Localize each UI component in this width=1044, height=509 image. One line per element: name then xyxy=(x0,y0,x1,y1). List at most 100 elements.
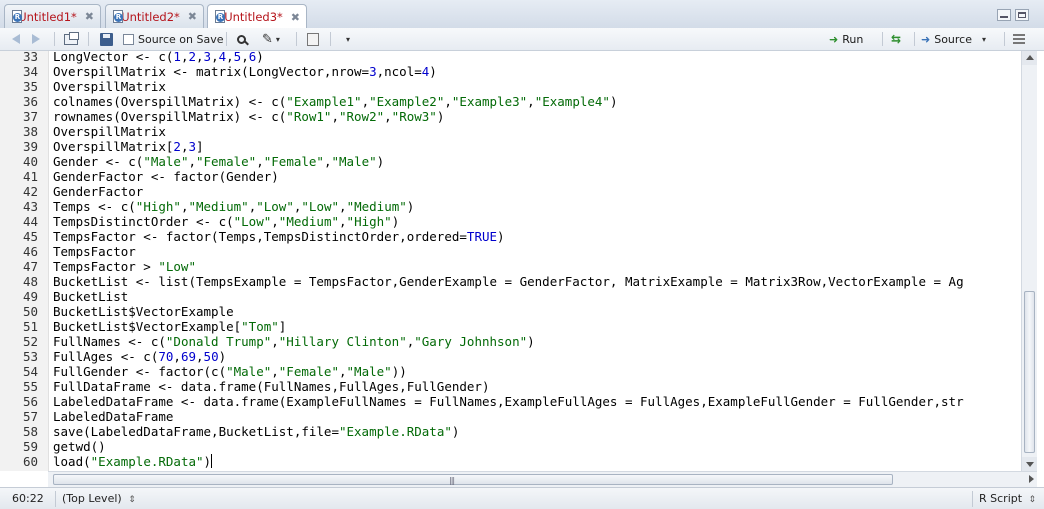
tab-untitled1[interactable]: R Untitled1* ✖ xyxy=(4,4,101,28)
find-replace-button[interactable] xyxy=(237,31,246,47)
close-icon[interactable]: ✖ xyxy=(85,10,94,23)
scope-label: (Top Level) xyxy=(62,492,122,505)
scope-selector[interactable]: (Top Level) ⇕ xyxy=(62,492,136,506)
show-in-new-window-button[interactable] xyxy=(64,31,79,47)
vertical-scrollbar[interactable] xyxy=(1021,51,1037,471)
file-type-label: R Script xyxy=(979,492,1023,505)
status-bar: 60:22 (Top Level) ⇕ R Script ⇕ xyxy=(0,487,1044,509)
tab-untitled2[interactable]: R Untitled2* ✖ xyxy=(105,4,204,28)
line-number: 45 xyxy=(22,229,38,244)
code-line[interactable]: load("Example.RData") xyxy=(53,454,213,469)
line-number: 44 xyxy=(22,214,38,229)
line-number: 47 xyxy=(22,259,38,274)
source-arrow-icon: ➜ xyxy=(921,32,931,46)
line-number: 38 xyxy=(22,124,38,139)
editor-tab-bar: R Untitled1* ✖ R Untitled2* ✖ R Untitled… xyxy=(0,0,1044,29)
code-line[interactable]: Temps <- c("High","Medium","Low","Low","… xyxy=(53,199,414,214)
minimize-pane-icon[interactable] xyxy=(997,9,1011,21)
run-arrow-icon: ➜ xyxy=(829,32,839,46)
code-line[interactable]: BucketList$VectorExample["Tom"] xyxy=(53,319,286,334)
close-icon[interactable]: ✖ xyxy=(291,11,300,24)
source-on-save-checkbox[interactable]: Source on Save xyxy=(123,31,223,47)
line-number: 46 xyxy=(22,244,38,259)
horizontal-scroll-thumb[interactable]: ||| xyxy=(53,474,893,485)
tab-label: Untitled3* xyxy=(224,10,283,24)
code-line[interactable]: FullAges <- c(70,69,50) xyxy=(53,349,226,364)
maximize-pane-icon[interactable] xyxy=(1015,9,1029,21)
code-line[interactable]: OverspillMatrix[2,3] xyxy=(53,139,204,154)
line-number: 41 xyxy=(22,169,38,184)
scroll-up-button[interactable] xyxy=(1022,51,1037,65)
line-number: 48 xyxy=(22,274,38,289)
code-editor[interactable]: 33 34 35 36 37 38 39 40 41 42 43 44 45 46 47 48 49 50 51 52… xyxy=(0,51,1021,471)
code-line[interactable]: OverspillMatrix xyxy=(53,79,166,94)
document-outline-button[interactable] xyxy=(1013,31,1025,47)
code-line[interactable]: LabeledDataFrame xyxy=(53,409,173,424)
triangle-down-icon xyxy=(1026,462,1034,467)
line-number: 43 xyxy=(22,199,38,214)
chevron-down-icon: ▾ xyxy=(275,34,280,44)
line-number: 58 xyxy=(22,424,38,439)
code-line[interactable]: OverspillMatrix xyxy=(53,124,166,139)
source-button[interactable]: ➜ Source ▾ xyxy=(921,31,986,47)
triangle-right-icon[interactable] xyxy=(1029,475,1034,483)
code-line[interactable]: GenderFactor <- factor(Gender) xyxy=(53,169,279,184)
code-line[interactable]: BucketList$VectorExample xyxy=(53,304,234,319)
code-line[interactable]: Gender <- c("Male","Female","Female","Ma… xyxy=(53,154,384,169)
code-line[interactable]: TempsFactor xyxy=(53,244,136,259)
rstudio-source-editor: R Untitled1* ✖ R Untitled2* ✖ R Untitled… xyxy=(0,0,1044,509)
code-line[interactable]: colnames(OverspillMatrix) <- c("Example1… xyxy=(53,94,617,109)
save-icon xyxy=(100,32,113,46)
triangle-up-icon xyxy=(1026,55,1034,60)
horizontal-scrollbar[interactable]: ||| xyxy=(48,471,1037,487)
source-on-save-label: Source on Save xyxy=(138,32,224,46)
code-line[interactable]: FullNames <- c("Donald Trump","Hillary C… xyxy=(53,334,535,349)
close-icon[interactable]: ✖ xyxy=(188,10,197,23)
cursor-position: 60:22 xyxy=(12,492,44,505)
line-number: 39 xyxy=(22,139,38,154)
line-number: 49 xyxy=(22,289,38,304)
line-number: 56 xyxy=(22,394,38,409)
rerun-button[interactable]: ⇆ xyxy=(891,31,901,47)
line-number: 59 xyxy=(22,439,38,454)
tab-untitled3[interactable]: R Untitled3* ✖ xyxy=(207,4,307,29)
up-down-chevron-icon: ⇕ xyxy=(128,495,136,505)
line-number: 35 xyxy=(22,79,38,94)
code-line[interactable]: LongVector <- c(1,2,3,4,5,6) xyxy=(53,51,264,64)
line-number: 42 xyxy=(22,184,38,199)
forward-button[interactable] xyxy=(32,31,40,47)
compile-report-button[interactable] xyxy=(307,31,319,47)
vertical-scroll-thumb[interactable] xyxy=(1024,291,1035,453)
code-line[interactable]: rownames(OverspillMatrix) <- c("Row1","R… xyxy=(53,109,444,124)
code-line[interactable]: BucketList xyxy=(53,289,128,304)
line-number: 37 xyxy=(22,109,38,124)
code-line[interactable]: TempsFactor > "Low" xyxy=(53,259,196,274)
code-line[interactable]: LabeledDataFrame <- data.frame(ExampleFu… xyxy=(53,394,964,409)
source-label: Source xyxy=(934,32,972,46)
more-options-button[interactable]: ▾ xyxy=(343,31,350,47)
code-line[interactable]: BucketList <- list(TempsExample = TempsF… xyxy=(53,274,964,289)
outline-icon xyxy=(1013,34,1025,44)
code-line[interactable]: save(LabeledDataFrame,BucketList,file="E… xyxy=(53,424,459,439)
r-file-icon: R xyxy=(214,10,225,24)
new-window-icon xyxy=(64,31,79,45)
code-line[interactable]: getwd() xyxy=(53,439,106,454)
grip-icon: ||| xyxy=(449,476,455,485)
run-button[interactable]: ➜ Run xyxy=(829,31,863,47)
chevron-down-icon[interactable]: ▾ xyxy=(982,35,986,44)
code-line[interactable]: FullGender <- factor(c("Male","Female","… xyxy=(53,364,407,379)
save-button[interactable] xyxy=(100,31,113,47)
code-line[interactable]: TempsFactor <- factor(Temps,TempsDistinc… xyxy=(53,229,505,244)
line-number: 55 xyxy=(22,379,38,394)
code-line[interactable]: OverspillMatrix <- matrix(LongVector,nro… xyxy=(53,64,437,79)
code-line[interactable]: FullDataFrame <- data.frame(FullNames,Fu… xyxy=(53,379,490,394)
run-label: Run xyxy=(842,32,864,46)
back-button[interactable] xyxy=(12,31,20,47)
scroll-down-button[interactable] xyxy=(1022,457,1037,471)
r-file-icon: R xyxy=(11,9,22,24)
code-line[interactable]: TempsDistinctOrder <- c("Low","Medium","… xyxy=(53,214,399,229)
file-type-selector[interactable]: R Script ⇕ xyxy=(979,492,1036,506)
code-tools-button[interactable]: ✎ ▾ xyxy=(262,31,280,47)
line-number: 53 xyxy=(22,349,38,364)
code-line[interactable]: GenderFactor xyxy=(53,184,143,199)
